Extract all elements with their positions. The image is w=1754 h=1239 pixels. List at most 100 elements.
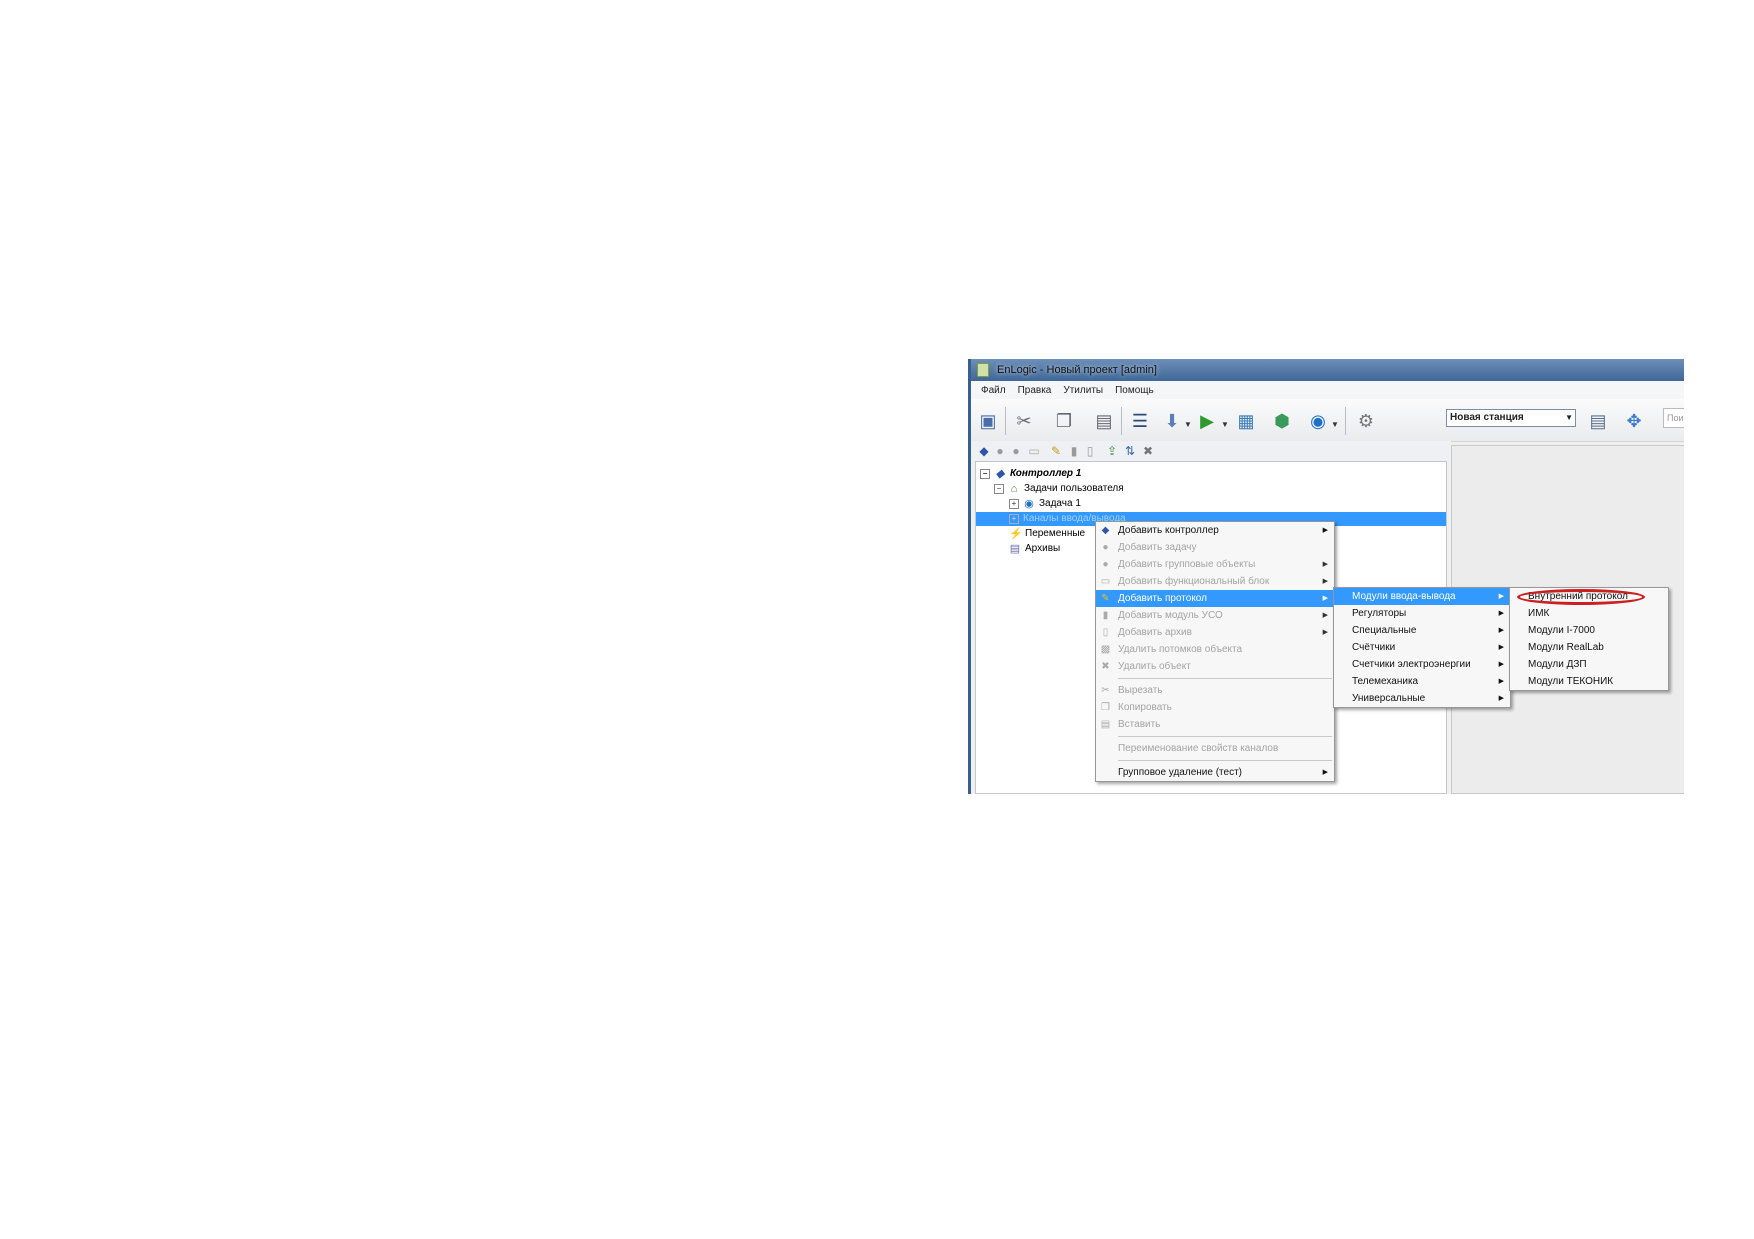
protocol-submenu: Модули ввода-вывода ▶ Регуляторы ▶ Специ… [1333, 587, 1511, 708]
download-icon[interactable]: ⬇ [1161, 410, 1183, 432]
submenu-arrow-icon: ▶ [1498, 627, 1504, 634]
submenu-item-counters[interactable]: Счётчики ▶ [1334, 639, 1510, 656]
submenu-item-imk[interactable]: ИМК [1510, 605, 1668, 622]
io-modules-submenu: Внутренний протокол ИМК Модули I-7000 Мо… [1509, 587, 1669, 691]
menu-file[interactable]: Файл [981, 385, 1006, 396]
station-config-icon[interactable]: ▤ [1587, 410, 1609, 432]
save-icon[interactable]: ▣ [977, 410, 999, 432]
menu-item-delete-children[interactable]: ▩ Удалить потомков объекта [1096, 641, 1334, 658]
dropdown-arrow-icon[interactable]: ▼ [1221, 413, 1229, 435]
add-archive-icon[interactable]: ▯ [1083, 444, 1097, 458]
tree-item-task1[interactable]: + ◉ Задача 1 [1009, 497, 1081, 511]
menu-item-rename-channel-props[interactable]: Переименование свойств каналов [1096, 740, 1334, 757]
submenu-arrow-icon: ▶ [1498, 695, 1504, 702]
menu-item-add-protocol[interactable]: ✎ Добавить протокол ▶ [1096, 590, 1334, 607]
tree-item-label: Переменные [1025, 528, 1086, 539]
menu-edit[interactable]: Правка [1018, 385, 1052, 396]
lightning-icon: ⚡ [1009, 528, 1023, 540]
tree-toolbar: ◆ ● ● ▭ ✎ ▮ ▯ ⇪ ⇅ ✖ [971, 441, 1451, 461]
title-bar: EnLogic - Новый проект [admin] [971, 359, 1684, 381]
menu-item-add-group-objects[interactable]: ● Добавить групповые объекты ▶ [1096, 556, 1334, 573]
controller-icon: ◆ [995, 468, 1005, 480]
tree-item-label: Контроллер 1 [1010, 468, 1082, 479]
menu-item-delete-object[interactable]: ✖ Удалить объект [1096, 658, 1334, 675]
submenu-arrow-icon: ▶ [1498, 678, 1504, 685]
collapse-icon[interactable]: − [980, 469, 990, 479]
submenu-item-io-modules[interactable]: Модули ввода-вывода ▶ [1334, 588, 1510, 605]
copy-icon: ❐ [1101, 702, 1110, 713]
submenu-item-regulators[interactable]: Регуляторы ▶ [1334, 605, 1510, 622]
add-block-icon[interactable]: ▭ [1027, 444, 1041, 458]
settings-icon[interactable]: ⚙ [1355, 410, 1377, 432]
tree-item-archives[interactable]: ▤ Архивы [1009, 542, 1060, 556]
submenu-item-internal-protocol[interactable]: Внутренний протокол [1510, 588, 1668, 605]
search-input[interactable]: Пои [1663, 408, 1684, 428]
task-icon: ● [1102, 542, 1109, 553]
submenu-arrow-icon: ▶ [1498, 610, 1504, 617]
globe-icon[interactable]: ◉ [1307, 410, 1329, 432]
tree-item-controller[interactable]: − ◆ Контроллер 1 [980, 467, 1081, 481]
menu-item-add-io-module[interactable]: ▮ Добавить модуль УСО ▶ [1096, 607, 1334, 624]
submenu-item-i7000[interactable]: Модули I-7000 [1510, 622, 1668, 639]
menu-item-copy[interactable]: ❐ Копировать [1096, 699, 1334, 716]
submenu-arrow-icon: ▶ [1322, 769, 1328, 776]
add-group-icon[interactable]: ● [1009, 444, 1023, 458]
submenu-item-telemechanics[interactable]: Телемеханика ▶ [1334, 673, 1510, 690]
menu-item-add-function-block[interactable]: ▭ Добавить функциональный блок ▶ [1096, 573, 1334, 590]
add-controller-icon[interactable]: ◆ [977, 444, 991, 458]
menu-help[interactable]: Помощь [1115, 385, 1154, 396]
paste-icon[interactable]: ▤ [1093, 410, 1115, 432]
delete-icon[interactable]: ✖ [1141, 444, 1155, 458]
expand-icon[interactable]: + [1009, 499, 1019, 509]
archive-icon: ▯ [1102, 627, 1109, 638]
expand-icon[interactable]: + [1009, 514, 1019, 524]
network-icon[interactable]: ⬢ [1271, 410, 1293, 432]
menu-utilities[interactable]: Утилиты [1063, 385, 1103, 396]
submenu-arrow-icon: ▶ [1322, 578, 1328, 585]
menu-bar: Файл Правка Утилиты Помощь [971, 381, 1684, 400]
move-up-icon[interactable]: ⇪ [1105, 444, 1119, 458]
cut-icon[interactable]: ✂ [1013, 410, 1035, 432]
menu-item-add-controller[interactable]: ◆ Добавить контроллер ▶ [1096, 522, 1334, 539]
module-icon: ▮ [1102, 610, 1109, 621]
protocol-icon: ✎ [1101, 593, 1110, 604]
menu-item-cut[interactable]: ✂ Вырезать [1096, 682, 1334, 699]
collapse-icon[interactable]: − [994, 484, 1004, 494]
menu-item-add-archive[interactable]: ▯ Добавить архив ▶ [1096, 624, 1334, 641]
tree-item-user-tasks[interactable]: − ⌂ Задачи пользователя [994, 482, 1124, 496]
submenu-item-tekonik[interactable]: Модули ТЕКОНИК [1510, 673, 1668, 690]
run-icon[interactable]: ▶ [1196, 410, 1218, 432]
group-icon: ● [1102, 559, 1109, 570]
dropdown-arrow-icon[interactable]: ▼ [1331, 413, 1339, 435]
submenu-item-energy-meters[interactable]: Счетчики электроэнергии ▶ [1334, 656, 1510, 673]
monitor-icon[interactable]: ▦ [1235, 410, 1257, 432]
submenu-arrow-icon: ▶ [1322, 612, 1328, 619]
menu-item-add-task[interactable]: ● Добавить задачу [1096, 539, 1334, 556]
menu-item-paste[interactable]: ▤ Вставить [1096, 716, 1334, 733]
tree-item-variables[interactable]: ⚡ Переменные [1009, 527, 1085, 541]
copy-icon[interactable]: ❐ [1053, 410, 1075, 432]
station-select-value: Новая станция [1450, 412, 1524, 423]
paste-icon: ▤ [1100, 719, 1111, 730]
menu-item-group-delete-test[interactable]: Групповое удаление (тест) ▶ [1096, 764, 1334, 781]
add-module-icon[interactable]: ▮ [1067, 444, 1081, 458]
list-icon[interactable]: ☰ [1129, 410, 1151, 432]
submenu-item-universal[interactable]: Универсальные ▶ [1334, 690, 1510, 707]
add-protocol-icon[interactable]: ✎ [1049, 444, 1063, 458]
toolbar-separator [1345, 407, 1346, 435]
connect-icon[interactable]: ✥ [1623, 410, 1645, 432]
submenu-item-reallab[interactable]: Модули RealLab [1510, 639, 1668, 656]
submenu-arrow-icon: ▶ [1322, 561, 1328, 568]
context-menu: ◆ Добавить контроллер ▶ ● Добавить задач… [1095, 521, 1335, 782]
submenu-item-dzp[interactable]: Модули ДЗП [1510, 656, 1668, 673]
cut-icon: ✂ [1101, 685, 1110, 696]
dropdown-arrow-icon[interactable]: ▼ [1184, 413, 1192, 435]
sort-icon[interactable]: ⇅ [1123, 444, 1137, 458]
submenu-arrow-icon: ▶ [1322, 629, 1328, 636]
station-select[interactable]: Новая станция ▼ [1446, 409, 1576, 427]
add-task-icon[interactable]: ● [993, 444, 1007, 458]
submenu-arrow-icon: ▶ [1498, 661, 1504, 668]
submenu-arrow-icon: ▶ [1498, 644, 1504, 651]
submenu-item-special[interactable]: Специальные ▶ [1334, 622, 1510, 639]
toolbar-separator [1121, 407, 1122, 435]
